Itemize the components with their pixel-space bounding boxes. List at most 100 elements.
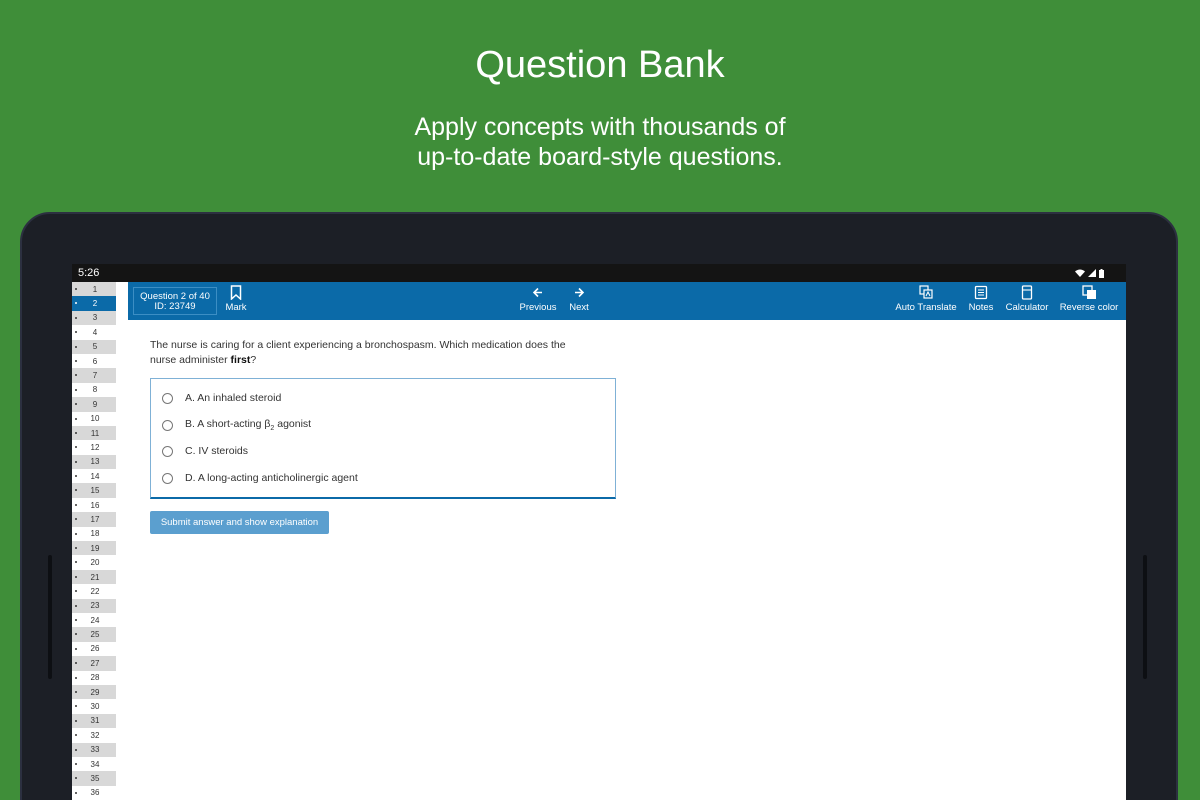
question-list: 1 2 3 4 5 6 7 8 9 10 11 12 13 14 15 16 17 18 19 20 21 22 23 24 2…	[72, 282, 116, 800]
previous-button[interactable]: Previous	[518, 285, 558, 313]
notes-button[interactable]: Notes	[966, 285, 996, 313]
answer-option-d[interactable]: D. A long-acting anticholinergic agent	[162, 469, 358, 487]
calculator-icon	[1021, 285, 1033, 300]
answer-choices: A. An inhaled steroid B. A short-acting …	[150, 378, 616, 499]
question-list-item[interactable]: 28	[72, 671, 116, 685]
question-number: 17	[90, 514, 100, 524]
bullet-icon	[75, 690, 77, 693]
question-list-item[interactable]: 4	[72, 325, 116, 339]
arrow-left-icon	[532, 287, 542, 298]
question-list-item[interactable]: 13	[72, 454, 116, 470]
question-list-item[interactable]: 25	[72, 627, 116, 642]
bullet-icon	[75, 460, 77, 463]
question-list-item[interactable]: 32	[72, 728, 116, 742]
bullet-icon	[75, 647, 77, 650]
question-list-item[interactable]: 24	[72, 613, 116, 627]
question-list-item[interactable]: 31	[72, 713, 116, 729]
question-list-item[interactable]: 20	[72, 555, 116, 569]
signal-icon	[1088, 269, 1096, 277]
question-list-item[interactable]: 7	[72, 368, 116, 383]
radio-button[interactable]	[162, 445, 173, 457]
answer-option-b[interactable]: B. A short-acting β2 agonist	[162, 416, 311, 434]
mark-button[interactable]: Mark	[222, 285, 250, 313]
mark-label: Mark	[225, 302, 247, 313]
question-list-item[interactable]: 18	[72, 527, 116, 541]
question-list-item[interactable]: 30	[72, 699, 116, 713]
next-label: Next	[569, 302, 589, 313]
question-list-item[interactable]: 26	[72, 642, 116, 656]
bullet-icon	[75, 575, 77, 578]
question-number: 2	[92, 299, 98, 309]
question-number: 31	[90, 716, 100, 726]
question-list-item[interactable]: 10	[72, 412, 116, 426]
status-icons	[1075, 268, 1104, 278]
answer-option-a[interactable]: A. An inhaled steroid	[162, 389, 281, 407]
question-list-item[interactable]: 1	[72, 282, 116, 297]
question-number: 26	[90, 644, 100, 654]
stem-end: ?	[250, 354, 257, 366]
reverse-color-icon	[1081, 285, 1096, 299]
question-list-item[interactable]: 3	[72, 310, 116, 326]
question-list-item[interactable]: 14	[72, 469, 116, 483]
question-list-item[interactable]: 33	[72, 742, 116, 757]
submit-answer-button[interactable]: Submit answer and show explanation	[150, 511, 329, 534]
question-number: 29	[90, 687, 100, 697]
question-number: 18	[90, 529, 100, 539]
bookmark-icon	[230, 285, 242, 300]
question-list-item[interactable]: 2	[72, 296, 116, 311]
question-number: 23	[90, 601, 100, 611]
answer-label: C. IV steroids	[185, 445, 249, 457]
answer-label: B. A short-acting β2 agonist	[185, 417, 312, 433]
next-button[interactable]: Next	[564, 285, 594, 313]
question-list-item[interactable]: 35	[72, 771, 116, 786]
question-number: 3	[92, 313, 98, 323]
auto-translate-button[interactable]: Auto Translate	[892, 285, 960, 313]
bullet-icon	[75, 403, 77, 406]
answer-option-c[interactable]: C. IV steroids	[162, 442, 248, 460]
reverse-color-label: Reverse color	[1059, 302, 1119, 313]
bullet-icon	[75, 719, 77, 722]
radio-button[interactable]	[162, 419, 173, 431]
question-list-item[interactable]: 36	[72, 786, 116, 800]
question-list-item[interactable]: 23	[72, 598, 116, 613]
bullet-icon	[75, 662, 77, 665]
radio-button[interactable]	[162, 472, 173, 484]
question-list-item[interactable]: 17	[72, 512, 116, 527]
bullet-icon	[75, 777, 77, 780]
radio-button[interactable]	[162, 392, 173, 404]
promo-subtitle-line2: up-to-date board-style questions.	[417, 143, 783, 171]
question-list-item[interactable]: 34	[72, 757, 116, 771]
question-list-item[interactable]: 5	[72, 339, 116, 354]
question-list-item[interactable]: 22	[72, 584, 116, 598]
question-list-item[interactable]: 8	[72, 383, 116, 397]
question-number: 20	[90, 558, 100, 568]
battery-icon	[1099, 268, 1104, 278]
translate-icon	[919, 285, 933, 299]
question-toolbar: Question 2 of 40 ID: 23749 Mark Previous…	[128, 282, 1126, 320]
calculator-label: Calculator	[1005, 302, 1049, 313]
bullet-icon	[75, 388, 77, 391]
question-list-item[interactable]: 27	[72, 656, 116, 671]
bullet-icon	[75, 633, 77, 636]
bullet-icon	[75, 604, 77, 607]
status-time: 5:26	[78, 267, 100, 279]
bullet-icon	[75, 345, 77, 348]
question-list-item[interactable]: 15	[72, 483, 116, 498]
question-list-item[interactable]: 29	[72, 684, 116, 700]
calculator-button[interactable]: Calculator	[1002, 285, 1052, 313]
stem-emphasis: first	[230, 354, 251, 366]
bullet-icon	[75, 590, 77, 593]
status-bar: 5:26	[72, 264, 1126, 282]
question-list-item[interactable]: 9	[72, 397, 116, 412]
reverse-color-button[interactable]: Reverse color	[1056, 285, 1122, 313]
wifi-icon	[1075, 269, 1085, 277]
question-list-item[interactable]: 16	[72, 498, 116, 512]
question-list-item[interactable]: 12	[72, 440, 116, 454]
question-list-item[interactable]: 6	[72, 354, 116, 368]
bullet-icon	[75, 288, 77, 290]
promo-subtitle: Apply concepts with thousands of up-to-d…	[0, 112, 1200, 172]
tablet-screen: 5:26 1 2 3 4 5 6 7 8 9 10 11 12 13 14 15 16 17 18 19 20 21 22…	[72, 264, 1126, 800]
question-list-item[interactable]: 21	[72, 569, 116, 585]
question-list-item[interactable]: 11	[72, 425, 116, 441]
question-list-item[interactable]: 19	[72, 541, 116, 556]
